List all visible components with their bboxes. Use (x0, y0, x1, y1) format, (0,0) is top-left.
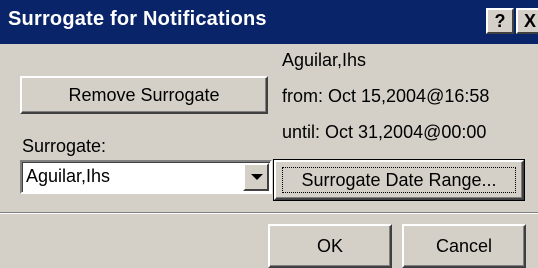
combobox-dropdown-button[interactable] (243, 163, 269, 191)
cancel-button[interactable]: Cancel (402, 224, 526, 268)
ok-button[interactable]: OK (268, 224, 392, 268)
cancel-label: Cancel (435, 236, 493, 256)
surrogate-date-range-label: Surrogate Date Range... (301, 170, 497, 190)
until-date-text: until: Oct 31,2004@00:00 (282, 122, 487, 142)
title-bar[interactable]: Surrogate for Notifications ? X (0, 0, 538, 44)
remove-surrogate-label: Remove Surrogate (68, 85, 220, 105)
surrogate-date-range-button[interactable]: Surrogate Date Range... (273, 159, 525, 201)
help-icon: ? (494, 11, 506, 31)
ok-label: OK (316, 236, 343, 256)
surrogate-combobox[interactable]: Aguilar,Ihs (20, 160, 272, 194)
remove-surrogate-button[interactable]: Remove Surrogate (20, 76, 268, 114)
surrogate-field-label: Surrogate: (22, 136, 107, 156)
close-icon: X (523, 11, 536, 31)
surrogate-name-text: Aguilar,Ihs (282, 50, 367, 70)
surrogate-dialog: Surrogate for Notifications ? X Aguilar,… (0, 0, 538, 268)
separator-line (0, 212, 538, 214)
surrogate-combobox-value: Aguilar,Ihs (26, 166, 111, 186)
dialog-title: Surrogate for Notifications (8, 8, 267, 30)
chevron-down-icon (251, 174, 263, 180)
from-date-text: from: Oct 15,2004@16:58 (282, 86, 490, 106)
close-button[interactable]: X (516, 8, 538, 34)
help-button[interactable]: ? (486, 8, 514, 34)
